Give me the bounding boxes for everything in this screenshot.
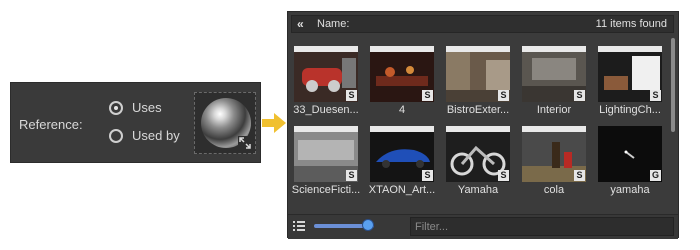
scene-badge: S [650, 90, 661, 101]
arrow-right-icon [262, 113, 286, 133]
asset-browser: « Name: 11 items found S 33_Duesen... S … [287, 11, 679, 239]
name-column-label[interactable]: Name: [317, 18, 349, 30]
asset-thumbnail: S [446, 126, 510, 182]
asset-tile[interactable]: S Interior [522, 46, 586, 118]
vertical-scrollbar[interactable] [671, 38, 675, 132]
scene-badge: S [498, 90, 509, 101]
asset-thumbnail: S [294, 46, 358, 102]
asset-tile[interactable]: S 33_Duesen... [293, 46, 359, 118]
asset-thumbnail: S [598, 46, 662, 102]
scene-badge: S [346, 90, 357, 101]
scene-badge: S [422, 170, 433, 181]
asset-name: LightingCh... [599, 104, 661, 116]
scene-badge: S [498, 170, 509, 181]
browser-footer [288, 214, 678, 239]
asset-thumbnail: G [598, 126, 662, 182]
asset-thumbnail: S [522, 126, 586, 182]
list-view-icon[interactable] [293, 220, 305, 232]
asset-thumbnail: S [370, 126, 434, 182]
radio-uses-label[interactable]: Uses [132, 100, 162, 115]
radio-used-by[interactable] [109, 129, 123, 143]
asset-tile[interactable]: S cola [522, 126, 586, 198]
filter-input[interactable] [410, 217, 674, 236]
radio-used-by-label[interactable]: Used by [132, 128, 180, 143]
asset-thumbnail: S [294, 126, 358, 182]
asset-name: 33_Duesen... [293, 104, 359, 116]
asset-name: BistroExter... [446, 104, 510, 116]
asset-tile[interactable]: G yamaha [598, 126, 662, 198]
reference-panel: Reference: Uses Used by [10, 82, 261, 163]
expand-icon[interactable] [238, 136, 252, 150]
asset-tile[interactable]: S XTAON_Art... [369, 126, 435, 198]
asset-tile[interactable]: S LightingCh... [598, 46, 662, 118]
scene-badge: S [574, 90, 585, 101]
asset-name: Interior [536, 104, 572, 116]
asset-tile[interactable]: S BistroExter... [446, 46, 510, 118]
reference-label: Reference: [19, 117, 83, 132]
asset-tile[interactable]: S 4 [370, 46, 434, 118]
scene-badge: S [574, 170, 585, 181]
asset-thumbnail: S [370, 46, 434, 102]
browser-header: « Name: 11 items found [291, 15, 674, 33]
asset-tile[interactable]: S Yamaha [446, 126, 510, 198]
material-preview[interactable] [194, 92, 256, 154]
asset-tile[interactable]: S ScienceFicti... [292, 126, 360, 198]
slider-handle[interactable] [362, 219, 374, 231]
asset-name: ScienceFicti... [291, 184, 361, 196]
geometry-badge: G [650, 170, 661, 181]
asset-name: XTAON_Art... [368, 184, 436, 196]
double-chevron-left-icon[interactable]: « [297, 17, 304, 31]
radio-uses[interactable] [109, 101, 123, 115]
scene-badge: S [346, 170, 357, 181]
asset-thumbnail: S [446, 46, 510, 102]
asset-name: Yamaha [457, 184, 499, 196]
scene-badge: S [422, 90, 433, 101]
asset-name: 4 [398, 104, 406, 116]
asset-name: yamaha [610, 184, 650, 196]
asset-thumbnail: S [522, 46, 586, 102]
asset-name: cola [543, 184, 565, 196]
items-found-count: 11 items found [595, 18, 667, 30]
